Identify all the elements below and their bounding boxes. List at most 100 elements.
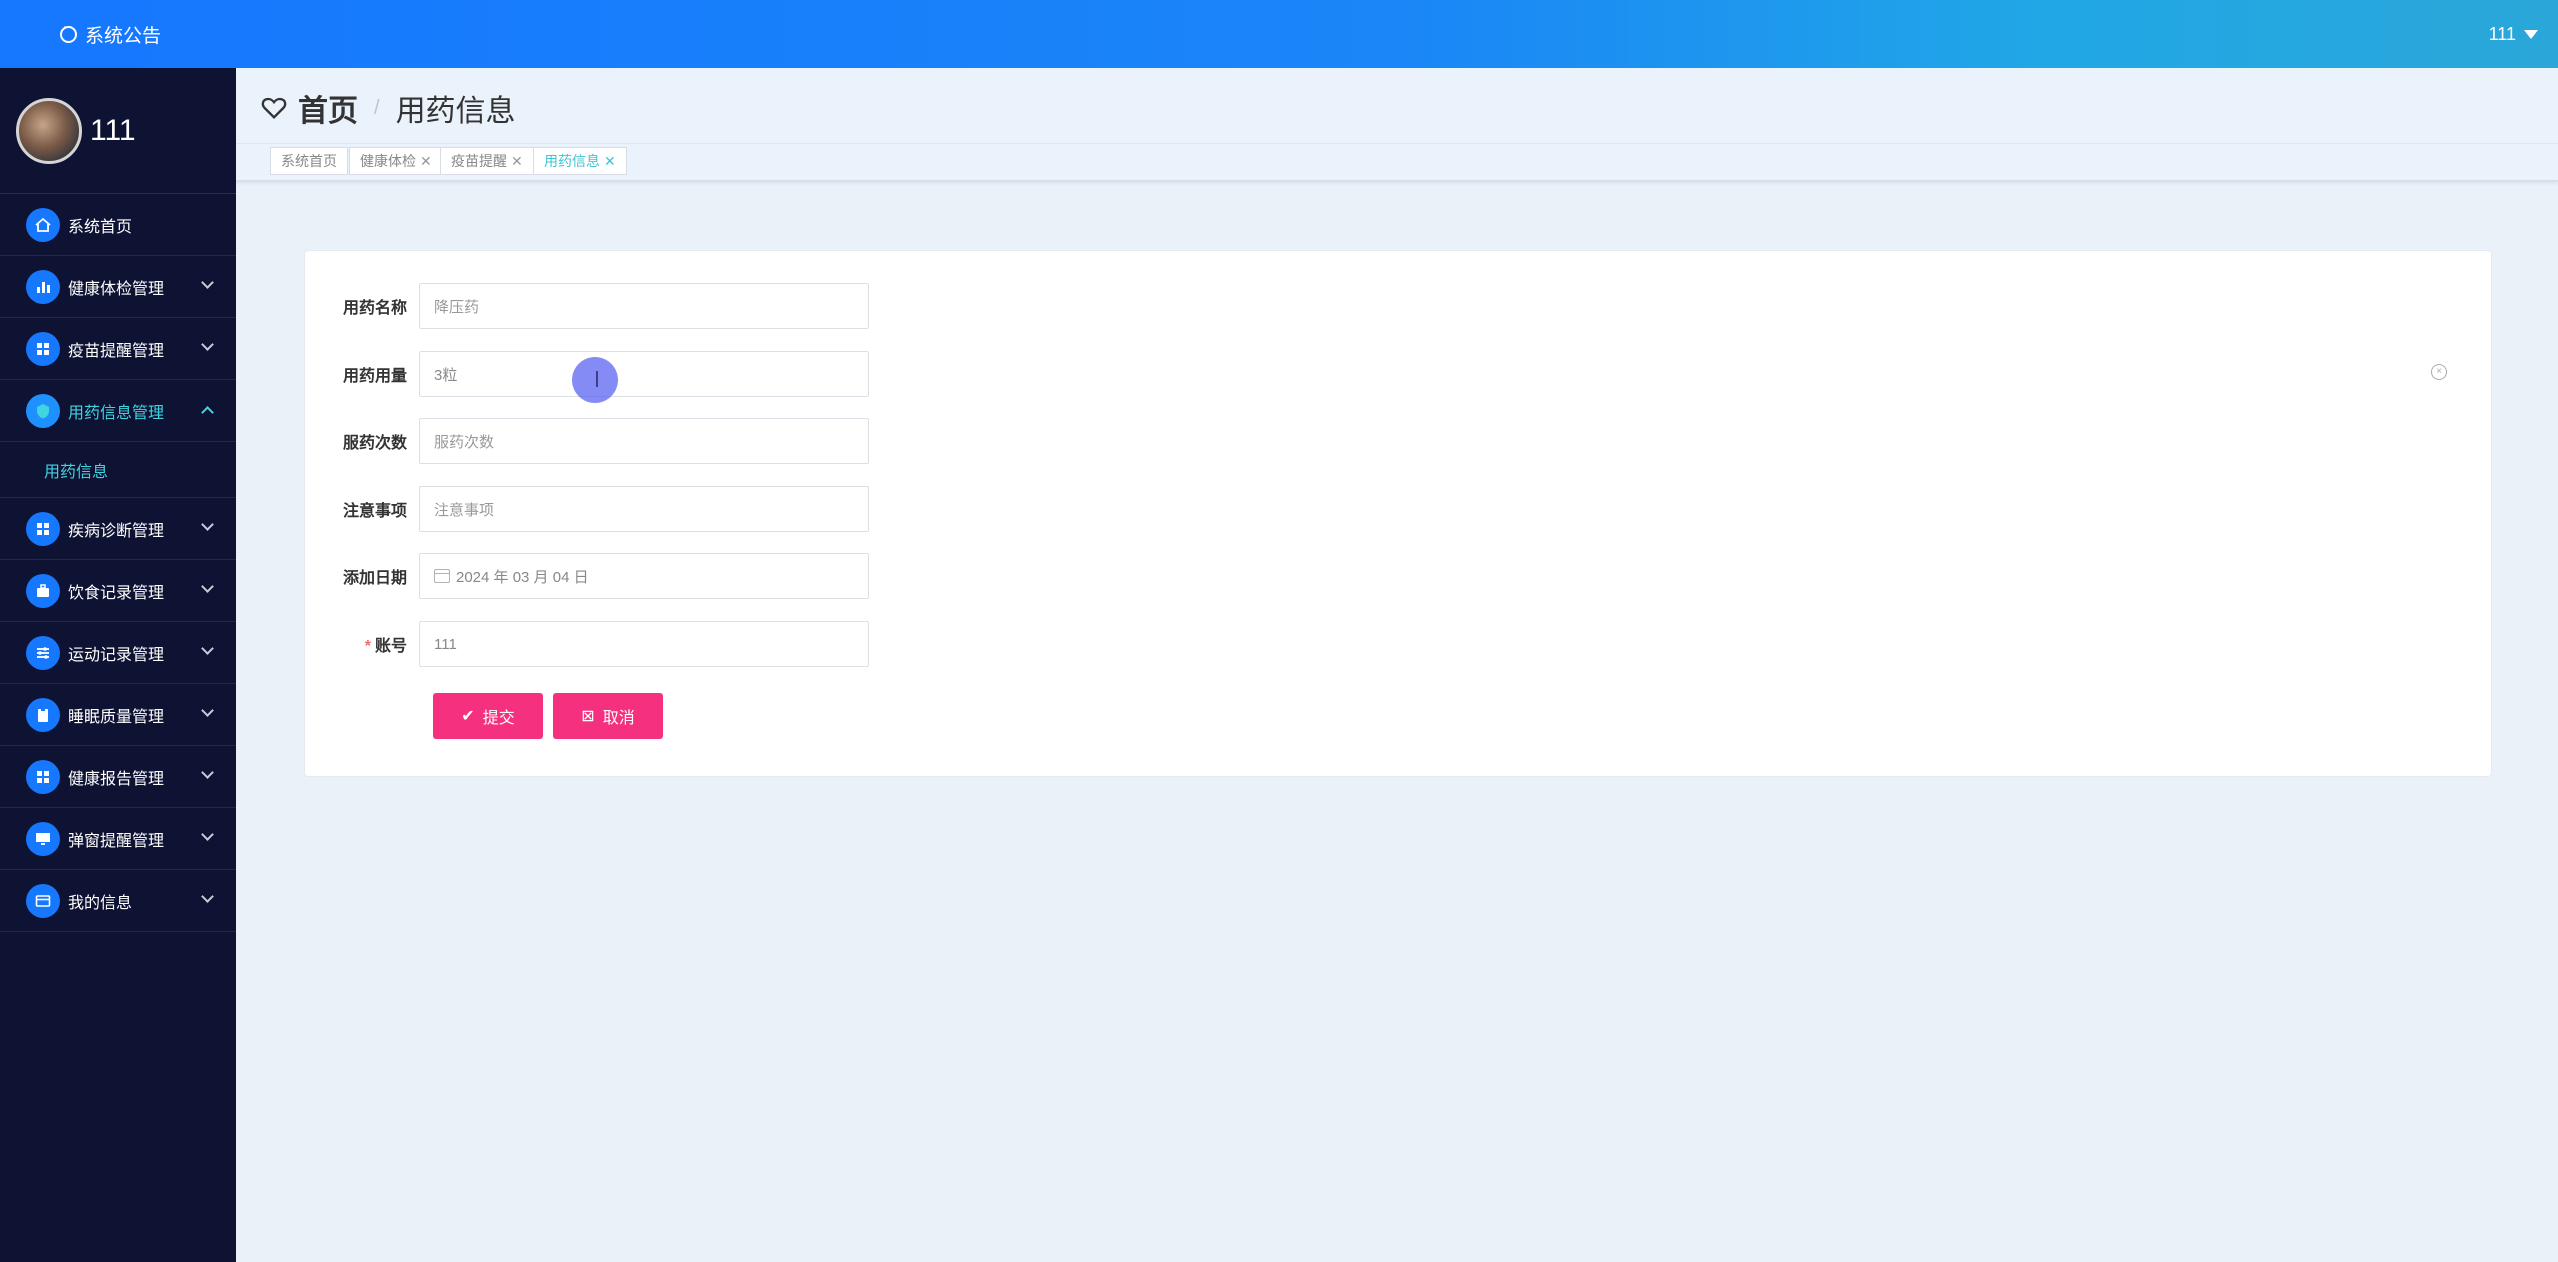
- chevron-down-icon: [201, 580, 214, 593]
- sidebar-item-health-checkup[interactable]: 健康体检管理: [0, 256, 236, 318]
- form-row-frequency: 服药次数 服药次数: [305, 418, 869, 464]
- page-header: 首页 / 用药信息: [236, 68, 2558, 144]
- clipboard-icon: [26, 697, 60, 732]
- chevron-down-icon: [201, 518, 214, 531]
- form-row-account: * 账号 111: [305, 621, 869, 667]
- caret-down-icon: [2524, 29, 2538, 39]
- field-label: 注意事项: [342, 503, 407, 520]
- chevron-up-icon: [201, 406, 214, 419]
- sidebar-subitem-medication-info[interactable]: 用药信息: [0, 442, 236, 498]
- sidebar-item-home[interactable]: 系统首页: [0, 194, 236, 256]
- tags-view: 系统首页 健康体检 ✕ 疫苗提醒 ✕ 用药信息 ✕: [236, 144, 2558, 182]
- chevron-down-icon: [201, 890, 214, 903]
- sidebar-item-label: 弹窗提醒管理: [68, 832, 165, 850]
- breadcrumb-current: 用药信息: [395, 95, 516, 128]
- top-bar: 系统公告 111: [0, 0, 2558, 68]
- medication-form-card: 用药名称 降压药 用药用量 3粒 服药次数 服药次数 注意事项 注意事项 添加日…: [304, 250, 2492, 777]
- message-icon: [60, 19, 77, 43]
- sidebar-item-label: 运动记录管理: [68, 646, 165, 664]
- tag-label: 健康体检: [360, 153, 416, 169]
- system-notice-link[interactable]: 系统公告: [60, 19, 161, 48]
- close-icon[interactable]: ✕: [420, 153, 432, 170]
- card-icon: [26, 883, 60, 918]
- form-row-medication-name: 用药名称 降压药: [305, 283, 869, 329]
- chevron-down-icon: [201, 704, 214, 717]
- account-input[interactable]: 111: [419, 621, 869, 667]
- chevron-down-icon: [201, 766, 214, 779]
- sidebar-item-label: 健康报告管理: [68, 770, 165, 788]
- text-cursor-icon: [596, 371, 598, 387]
- sidebar-item-medication[interactable]: 用药信息管理: [0, 380, 236, 442]
- mouse-cursor-indicator: [572, 357, 618, 403]
- close-box-icon: ⊠: [581, 708, 595, 725]
- clear-circle-icon[interactable]: ×: [2431, 364, 2447, 380]
- form-row-notes: 注意事项 注意事项: [305, 486, 869, 532]
- required-mark: *: [364, 638, 371, 655]
- dosage-input[interactable]: 3粒: [419, 351, 869, 397]
- sidebar-item-label: 疫苗提醒管理: [68, 342, 165, 360]
- sidebar-item-exercise[interactable]: 运动记录管理: [0, 622, 236, 684]
- field-label: 用药名称: [342, 300, 407, 317]
- sidebar-item-my-info[interactable]: 我的信息: [0, 870, 236, 932]
- submit-button[interactable]: ✔ 提交: [433, 693, 543, 739]
- tag-label: 系统首页: [281, 153, 337, 169]
- shield-icon: [26, 393, 60, 428]
- monitor-icon: [26, 821, 60, 856]
- breadcrumb: 首页 / 用药信息: [260, 86, 516, 130]
- sidebar-item-diet[interactable]: 饮食记录管理: [0, 560, 236, 622]
- check-icon: ✔: [461, 708, 475, 725]
- close-icon[interactable]: ✕: [604, 153, 616, 170]
- grid-icon: [26, 511, 60, 546]
- tag-label: 用药信息: [544, 153, 600, 169]
- tag-label: 疫苗提醒: [451, 153, 507, 169]
- chevron-down-icon: [201, 276, 214, 289]
- date-value: 2024 年 03 月 04 日: [456, 568, 589, 586]
- sidebar-item-vaccine[interactable]: 疫苗提醒管理: [0, 318, 236, 380]
- sidebar-item-label: 饮食记录管理: [68, 584, 165, 602]
- chevron-down-icon: [201, 338, 214, 351]
- field-label-text: 账号: [374, 638, 407, 655]
- sidebar-item-sleep[interactable]: 睡眠质量管理: [0, 684, 236, 746]
- grid-icon: [26, 331, 60, 366]
- medication-name-input[interactable]: 降压药: [419, 283, 869, 329]
- avatar: [16, 97, 82, 164]
- cancel-label: 取消: [602, 710, 635, 727]
- field-label: 添加日期: [342, 570, 407, 587]
- chevron-down-icon: [201, 828, 214, 841]
- form-row-date: 添加日期 2024 年 03 月 04 日: [305, 553, 869, 599]
- breadcrumb-separator: /: [374, 96, 380, 119]
- breadcrumb-home[interactable]: 首页: [298, 86, 358, 130]
- user-menu[interactable]: 111: [2489, 20, 2538, 48]
- grid-icon: [26, 759, 60, 794]
- submit-label: 提交: [482, 710, 515, 727]
- sliders-icon: [26, 635, 60, 670]
- tag-vaccine[interactable]: 疫苗提醒 ✕: [440, 147, 534, 175]
- field-label: 用药用量: [342, 368, 407, 385]
- tag-system-home[interactable]: 系统首页: [270, 147, 348, 175]
- sidebar-item-label: 系统首页: [68, 218, 133, 236]
- sidebar: 111 系统首页 健康体检管理 疫苗提醒管理 用药信息管理 用药信息 疾病诊断管…: [0, 68, 236, 1262]
- chevron-down-icon: [201, 642, 214, 655]
- notes-input[interactable]: 注意事项: [419, 486, 869, 532]
- date-picker-input[interactable]: 2024 年 03 月 04 日: [419, 553, 869, 599]
- calendar-icon: [434, 569, 450, 583]
- home-icon: [26, 207, 60, 242]
- sidebar-item-diagnosis[interactable]: 疾病诊断管理: [0, 498, 236, 560]
- tag-medication-info[interactable]: 用药信息 ✕: [533, 147, 627, 175]
- sidebar-item-label: 用药信息管理: [68, 404, 165, 422]
- field-label: 服药次数: [342, 435, 407, 452]
- sidebar-item-label: 疾病诊断管理: [68, 522, 165, 540]
- close-icon[interactable]: ✕: [511, 153, 523, 170]
- profile: 111: [0, 68, 236, 194]
- frequency-input[interactable]: 服药次数: [419, 418, 869, 464]
- sidebar-item-label: 睡眠质量管理: [68, 708, 165, 726]
- field-label: * 账号: [305, 632, 419, 656]
- sidebar-item-popup-reminder[interactable]: 弹窗提醒管理: [0, 808, 236, 870]
- sidebar-item-label: 健康体检管理: [68, 280, 165, 298]
- user-menu-name: 111: [2488, 23, 2516, 44]
- sidebar-item-health-report[interactable]: 健康报告管理: [0, 746, 236, 808]
- tag-health-checkup[interactable]: 健康体检 ✕: [349, 147, 443, 175]
- heart-icon: [261, 97, 287, 119]
- profile-name: 111: [90, 113, 136, 147]
- cancel-button[interactable]: ⊠ 取消: [553, 693, 663, 739]
